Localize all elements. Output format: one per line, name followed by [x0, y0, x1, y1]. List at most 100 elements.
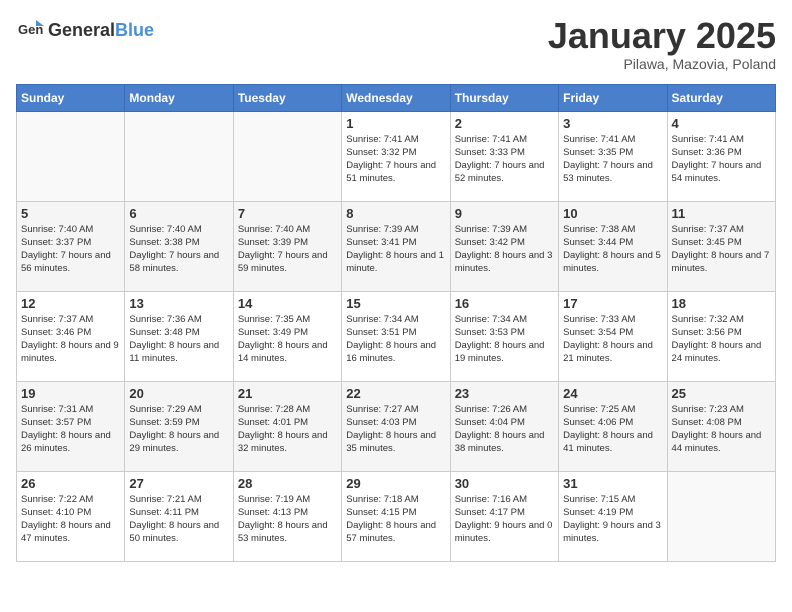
calendar-body: 1Sunrise: 7:41 AMSunset: 3:32 PMDaylight…	[17, 111, 776, 561]
day-number: 24	[563, 386, 662, 401]
calendar-cell: 3 Sunrise: 7:41 AMSunset: 3:35 PMDaylight…	[559, 111, 667, 201]
calendar-cell: 8Sunrise: 7:39 AMSunset: 3:41 PMDaylight…	[342, 201, 450, 291]
day-number: 9	[455, 206, 554, 221]
calendar-cell: 24Sunrise: 7:25 AMSunset: 4:06 PMDayligh…	[559, 381, 667, 471]
day-number: 14	[238, 296, 337, 311]
day-info: Sunrise: 7:18 AMSunset: 4:15 PMDaylight:…	[346, 493, 445, 546]
calendar-cell: 28 Sunrise: 7:19 AMSunset: 4:13 PMDayligh…	[233, 471, 341, 561]
day-number: 23	[455, 386, 554, 401]
day-info: Sunrise: 7:41 AMSunset: 3:32 PMDaylight:…	[346, 133, 445, 186]
day-info: Sunrise: 7:40 AMSunset: 3:37 PMDaylight:…	[21, 223, 120, 276]
weekday-header-thursday: Thursday	[450, 84, 558, 111]
logo-general: General	[48, 20, 115, 40]
calendar-cell: 14 Sunrise: 7:35 AMSunset: 3:49 PMDayligh…	[233, 291, 341, 381]
day-info: Sunrise: 7:37 AMSunset: 3:46 PMDaylight:…	[21, 313, 120, 366]
day-info: Sunrise: 7:15 AMSunset: 4:19 PMDaylight:…	[563, 493, 662, 546]
day-info: Sunrise: 7:35 AMSunset: 3:49 PMDaylight:…	[238, 313, 337, 366]
day-number: 30	[455, 476, 554, 491]
day-info: Sunrise: 7:23 AMSunset: 4:08 PMDaylight:…	[672, 403, 771, 456]
weekday-header-sunday: Sunday	[17, 84, 125, 111]
day-number: 31	[563, 476, 662, 491]
calendar-title: January 2025	[548, 16, 776, 56]
logo: Gen GeneralBlue	[16, 16, 154, 44]
day-number: 15	[346, 296, 445, 311]
calendar-cell: 9 Sunrise: 7:39 AMSunset: 3:42 PMDaylight…	[450, 201, 558, 291]
header: Gen GeneralBlue January 2025 Pilawa, Maz…	[16, 16, 776, 72]
calendar-cell: 27Sunrise: 7:21 AMSunset: 4:11 PMDayligh…	[125, 471, 233, 561]
calendar-subtitle: Pilawa, Mazovia, Poland	[548, 56, 776, 72]
day-info: Sunrise: 7:26 AMSunset: 4:04 PMDaylight:…	[455, 403, 554, 456]
day-info: Sunrise: 7:39 AMSunset: 3:41 PMDaylight:…	[346, 223, 445, 276]
calendar-cell	[233, 111, 341, 201]
day-number: 25	[672, 386, 771, 401]
day-number: 27	[129, 476, 228, 491]
day-info: Sunrise: 7:37 AMSunset: 3:45 PMDaylight:…	[672, 223, 771, 276]
day-number: 6	[129, 206, 228, 221]
day-number: 12	[21, 296, 120, 311]
calendar-cell: 5 Sunrise: 7:40 AMSunset: 3:37 PMDaylight…	[17, 201, 125, 291]
calendar-cell: 4Sunrise: 7:41 AMSunset: 3:36 PMDaylight…	[667, 111, 775, 201]
day-number: 5	[21, 206, 120, 221]
calendar-cell: 6 Sunrise: 7:40 AMSunset: 3:38 PMDaylight…	[125, 201, 233, 291]
day-info: Sunrise: 7:40 AMSunset: 3:38 PMDaylight:…	[129, 223, 228, 276]
logo-icon: Gen	[16, 16, 44, 44]
day-info: Sunrise: 7:16 AMSunset: 4:17 PMDaylight:…	[455, 493, 554, 546]
calendar-cell: 12 Sunrise: 7:37 AMSunset: 3:46 PMDayligh…	[17, 291, 125, 381]
calendar-week-2: 5 Sunrise: 7:40 AMSunset: 3:37 PMDaylight…	[17, 201, 776, 291]
calendar-cell: 30 Sunrise: 7:16 AMSunset: 4:17 PMDayligh…	[450, 471, 558, 561]
day-number: 10	[563, 206, 662, 221]
day-number: 7	[238, 206, 337, 221]
day-info: Sunrise: 7:41 AMSunset: 3:35 PMDaylight:…	[563, 133, 662, 186]
day-number: 13	[129, 296, 228, 311]
day-number: 4	[672, 116, 771, 131]
day-info: Sunrise: 7:32 AMSunset: 3:56 PMDaylight:…	[672, 313, 771, 366]
calendar-cell: 13 Sunrise: 7:36 AMSunset: 3:48 PMDayligh…	[125, 291, 233, 381]
calendar-cell: 25 Sunrise: 7:23 AMSunset: 4:08 PMDayligh…	[667, 381, 775, 471]
calendar-cell: 15Sunrise: 7:34 AMSunset: 3:51 PMDayligh…	[342, 291, 450, 381]
day-info: Sunrise: 7:28 AMSunset: 4:01 PMDaylight:…	[238, 403, 337, 456]
day-number: 19	[21, 386, 120, 401]
day-info: Sunrise: 7:36 AMSunset: 3:48 PMDaylight:…	[129, 313, 228, 366]
day-number: 20	[129, 386, 228, 401]
calendar-week-4: 19 Sunrise: 7:31 AMSunset: 3:57 PMDayligh…	[17, 381, 776, 471]
day-info: Sunrise: 7:41 AMSunset: 3:33 PMDaylight:…	[455, 133, 554, 186]
calendar-cell: 29 Sunrise: 7:18 AMSunset: 4:15 PMDayligh…	[342, 471, 450, 561]
day-info: Sunrise: 7:22 AMSunset: 4:10 PMDaylight:…	[21, 493, 120, 546]
calendar-cell: 17Sunrise: 7:33 AMSunset: 3:54 PMDayligh…	[559, 291, 667, 381]
day-info: Sunrise: 7:40 AMSunset: 3:39 PMDaylight:…	[238, 223, 337, 276]
logo-blue: Blue	[115, 20, 154, 40]
calendar-cell: 2 Sunrise: 7:41 AMSunset: 3:33 PMDaylight…	[450, 111, 558, 201]
day-info: Sunrise: 7:27 AMSunset: 4:03 PMDaylight:…	[346, 403, 445, 456]
calendar-week-3: 12 Sunrise: 7:37 AMSunset: 3:46 PMDayligh…	[17, 291, 776, 381]
calendar-cell: 26 Sunrise: 7:22 AMSunset: 4:10 PMDayligh…	[17, 471, 125, 561]
day-info: Sunrise: 7:19 AMSunset: 4:13 PMDaylight:…	[238, 493, 337, 546]
calendar-cell: 16Sunrise: 7:34 AMSunset: 3:53 PMDayligh…	[450, 291, 558, 381]
day-number: 17	[563, 296, 662, 311]
day-number: 3	[563, 116, 662, 131]
day-number: 11	[672, 206, 771, 221]
calendar-week-1: 1Sunrise: 7:41 AMSunset: 3:32 PMDaylight…	[17, 111, 776, 201]
calendar-cell	[667, 471, 775, 561]
day-info: Sunrise: 7:39 AMSunset: 3:42 PMDaylight:…	[455, 223, 554, 276]
calendar-cell: 31 Sunrise: 7:15 AMSunset: 4:19 PMDayligh…	[559, 471, 667, 561]
calendar-header: SundayMondayTuesdayWednesdayThursdayFrid…	[17, 84, 776, 111]
calendar-cell: 19 Sunrise: 7:31 AMSunset: 3:57 PMDayligh…	[17, 381, 125, 471]
calendar-cell	[125, 111, 233, 201]
day-number: 28	[238, 476, 337, 491]
calendar-cell: 7 Sunrise: 7:40 AMSunset: 3:39 PMDaylight…	[233, 201, 341, 291]
calendar-cell: 1Sunrise: 7:41 AMSunset: 3:32 PMDaylight…	[342, 111, 450, 201]
calendar-cell: 18 Sunrise: 7:32 AMSunset: 3:56 PMDayligh…	[667, 291, 775, 381]
calendar-week-5: 26 Sunrise: 7:22 AMSunset: 4:10 PMDayligh…	[17, 471, 776, 561]
day-number: 29	[346, 476, 445, 491]
day-number: 26	[21, 476, 120, 491]
weekday-header-friday: Friday	[559, 84, 667, 111]
calendar-cell: 22 Sunrise: 7:27 AMSunset: 4:03 PMDayligh…	[342, 381, 450, 471]
day-number: 16	[455, 296, 554, 311]
day-info: Sunrise: 7:31 AMSunset: 3:57 PMDaylight:…	[21, 403, 120, 456]
day-number: 2	[455, 116, 554, 131]
calendar-table: SundayMondayTuesdayWednesdayThursdayFrid…	[16, 84, 776, 562]
day-number: 18	[672, 296, 771, 311]
day-number: 22	[346, 386, 445, 401]
day-number: 21	[238, 386, 337, 401]
weekday-header-tuesday: Tuesday	[233, 84, 341, 111]
